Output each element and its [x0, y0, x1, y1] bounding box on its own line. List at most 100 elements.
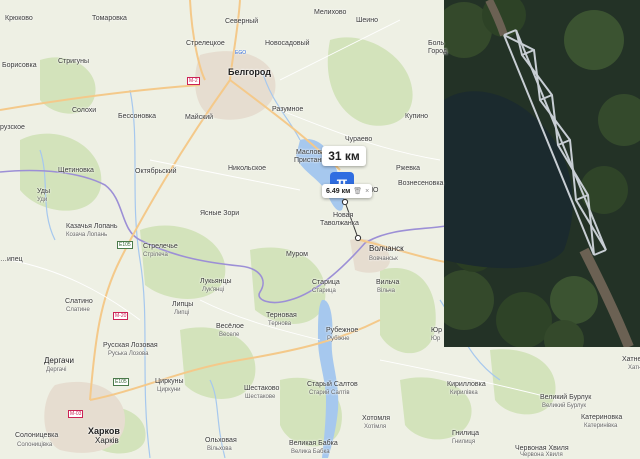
place-label: Слатино	[65, 298, 93, 305]
place-label: Стригуны	[58, 58, 90, 65]
close-icon[interactable]: ×	[365, 188, 369, 195]
road-shield: E105	[117, 241, 133, 249]
place-label-ua: Вільча	[377, 288, 396, 294]
city-label-kharkov: Харков	[88, 426, 120, 436]
place-label-volchansk: Волчанск	[369, 244, 404, 253]
place-label: Великая Бабка	[289, 440, 338, 447]
place-label: Старица	[312, 279, 340, 286]
place-label-ua: Вовчанськ	[369, 256, 398, 262]
place-label-ua: Уди	[37, 197, 48, 203]
place-label-ua: Солоницівка	[17, 442, 53, 448]
place-label: Ясные Зори	[200, 210, 240, 217]
place-label: Стрелецкое	[186, 40, 225, 47]
place-label: Щетиновка	[58, 167, 94, 174]
place-label: Кирилловка	[447, 381, 486, 388]
place-label-ua: Лук'янці	[202, 287, 225, 293]
place-label-ua: Хотімля	[364, 424, 387, 430]
place-label-ua: Слатине	[66, 307, 90, 313]
place-label: Катериновка	[581, 414, 623, 421]
segment-distance: 6.49 км	[326, 187, 351, 195]
place-label: Шестаково	[244, 385, 280, 392]
place-label: Таволжанка	[320, 220, 359, 227]
place-label-ua: Руська Лозова	[108, 351, 149, 357]
place-label-ua: Веселе	[219, 332, 240, 338]
place-label: Рубежное	[326, 327, 359, 334]
road-shield: E105	[113, 378, 129, 386]
ruler-segment-box[interactable]: 6.49 км 🗑 ×	[322, 184, 372, 198]
place-label: Разумное	[272, 106, 304, 113]
place-label: Крюково	[5, 15, 33, 22]
place-label: Пристань	[294, 157, 325, 164]
place-label: Ржевка	[396, 165, 421, 172]
place-label: Северный	[225, 18, 259, 25]
place-label-ua: Катеринівка	[584, 423, 618, 429]
place-label: Борисовка	[2, 62, 37, 69]
place-label: Октябрьский	[135, 168, 177, 175]
place-label: Казачья Лопань	[66, 223, 118, 230]
place-label: Циркуны	[155, 378, 184, 385]
ego-label: EGO	[235, 50, 247, 56]
place-label-ua: Великий Бурлук	[542, 403, 586, 409]
place-label: Русская Лозовая	[103, 342, 158, 349]
place-label-ua: Стрілеча	[143, 252, 168, 258]
place-label-ua: Дергачі	[46, 367, 67, 373]
measure-start-point[interactable]	[341, 198, 349, 206]
city-label-belgorod: Белгород	[228, 67, 271, 77]
place-label: Солоницевка	[15, 432, 59, 439]
place-label: Никольское	[228, 165, 267, 172]
place-label-ua: Липці	[174, 310, 190, 316]
place-label: …ипец	[0, 256, 23, 263]
place-label: Вознесеновка	[398, 180, 444, 187]
satellite-bridge-photo	[444, 0, 640, 347]
place-label: Терновая	[266, 312, 297, 319]
place-label: Солохи	[72, 107, 97, 114]
place-label: Юр	[431, 327, 442, 334]
route-distance-label: 31 км	[322, 146, 366, 166]
road-shield: М-20	[113, 312, 129, 320]
place-label-ua: Шестакове	[245, 394, 276, 400]
place-label-ua: Козача Лопань	[66, 232, 108, 238]
place-label: Великий Бурлук	[540, 394, 592, 401]
place-label-ua: Старица	[312, 288, 336, 294]
place-label-ua: Гнилиця	[452, 439, 476, 445]
place-label: Чураево	[345, 136, 373, 143]
place-label-ua: Рубіжне	[327, 336, 350, 342]
place-label: Маслова	[296, 149, 325, 156]
city-label-kharkiv: Харків	[95, 436, 119, 445]
place-label: Старый Салтов	[307, 381, 358, 388]
place-label: Томаровка	[92, 15, 127, 22]
place-label: Стрелечье	[143, 243, 178, 250]
measure-end-point[interactable]	[354, 234, 362, 242]
place-label-ua: Кирилівка	[450, 390, 478, 396]
place-label: Лукьянцы	[200, 278, 232, 285]
place-label: Новосадовый	[265, 40, 310, 47]
place-label: Мелихово	[314, 9, 347, 16]
road-shield: М-03	[68, 410, 84, 418]
place-label: Липцы	[172, 301, 194, 308]
place-label: Хотомля	[362, 415, 391, 422]
place-label: Уды	[37, 188, 51, 195]
place-label: Муром	[286, 251, 308, 258]
place-label: Хатне	[622, 356, 640, 363]
place-label-ua: Тернова	[268, 321, 292, 327]
place-label-ua: Велика Бабка	[291, 449, 330, 455]
road-shield: М-2	[187, 77, 200, 85]
place-label: Майский	[185, 114, 214, 121]
place-label: Гнилица	[452, 430, 480, 437]
place-label: Весёлое	[216, 323, 244, 330]
place-label: Ольховая	[205, 437, 237, 444]
place-label-ua: Циркуни	[157, 387, 181, 393]
place-label-ua: Вільхова	[207, 446, 232, 452]
place-label-ua: Старий Салтів	[309, 390, 350, 396]
place-label: Новая	[333, 212, 354, 219]
place-label: Шеино	[356, 17, 378, 24]
place-label: рузское	[0, 124, 25, 131]
trash-icon[interactable]: 🗑	[353, 187, 362, 195]
place-label: Вильча	[376, 279, 400, 286]
place-label: Боль	[428, 40, 445, 47]
place-label: Город	[428, 48, 447, 55]
place-label-ua: Юр	[431, 336, 441, 342]
place-label: Бессоновка	[118, 113, 157, 120]
place-label: Дергачи	[44, 356, 74, 365]
place-label: Купино	[405, 113, 429, 120]
